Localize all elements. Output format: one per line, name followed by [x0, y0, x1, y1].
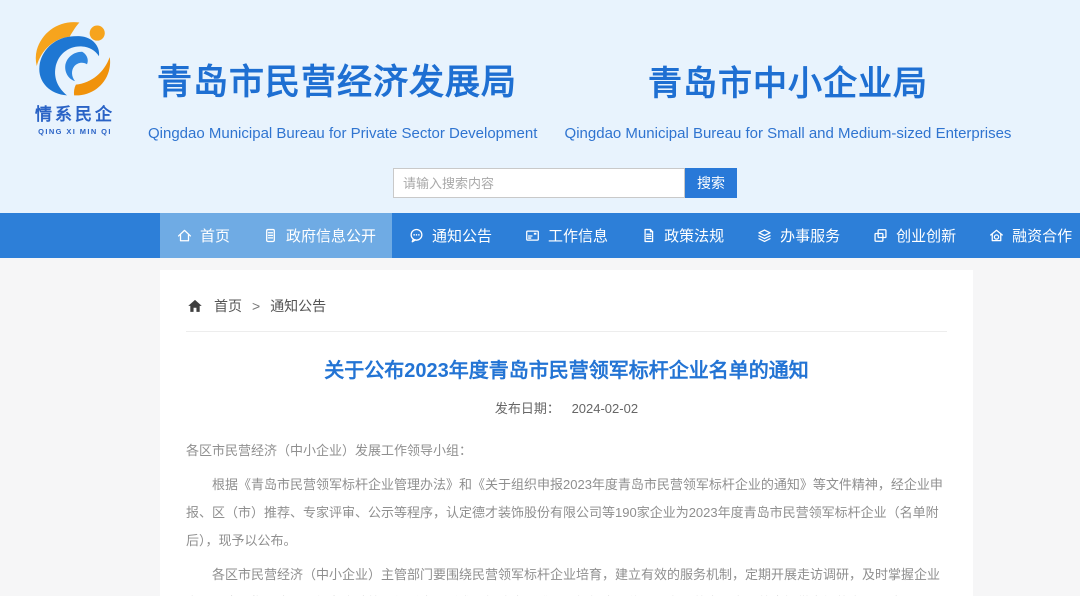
nav-item-policy[interactable]: 政策法规: [624, 213, 740, 258]
article-body: 各区市民营经济（中小企业）发展工作领导小组： 根据《青岛市民营领军标杆企业管理办…: [186, 437, 947, 596]
nav-item-gov-info[interactable]: 政府信息公开: [246, 213, 392, 258]
article-dateline: 发布日期： 2024-02-02: [186, 398, 947, 417]
breadcrumb: 首页 > 通知公告: [186, 270, 947, 332]
article-paragraph: 根据《青岛市民营领军标杆企业管理办法》和《关于组织申报2023年度青岛市民营领军…: [186, 471, 947, 555]
org-right-title: 青岛市中小企业局: [552, 56, 1024, 105]
nav-label: 通知公告: [432, 225, 492, 246]
breadcrumb-home-icon: [186, 297, 204, 315]
nav-label: 工作信息: [548, 225, 608, 246]
site-logo: 情系民企 QING XI MIN QI: [14, 18, 136, 136]
search-input[interactable]: [393, 168, 685, 198]
logo-text: 情系民企: [14, 100, 136, 125]
org-left-title: 青岛市民营经济发展局: [148, 54, 526, 105]
main-nav: 首页 政府信息公开 通知公告 工作: [0, 213, 1080, 258]
policy-icon: [640, 227, 657, 244]
financing-icon: [988, 227, 1005, 244]
nav-item-work-info[interactable]: 工作信息: [508, 213, 624, 258]
nav-label: 政策法规: [664, 225, 724, 246]
nav-item-services[interactable]: 办事服务: [740, 213, 856, 258]
breadcrumb-separator: >: [252, 298, 260, 314]
breadcrumb-home-link[interactable]: 首页: [214, 296, 242, 316]
publish-date: 2024-02-02: [572, 401, 639, 416]
org-left: 青岛市民营经济发展局 Qingdao Municipal Bureau for …: [148, 54, 526, 142]
breadcrumb-current[interactable]: 通知公告: [270, 296, 326, 316]
notice-icon: [408, 227, 425, 244]
brand-logo-icon: [29, 18, 121, 98]
nav-label: 创业创新: [896, 225, 956, 246]
article-title: 关于公布2023年度青岛市民营领军标杆企业名单的通知: [186, 354, 947, 383]
content-card: 首页 > 通知公告 关于公布2023年度青岛市民营领军标杆企业名单的通知 发布日…: [160, 270, 973, 596]
article-paragraph: 各区市民营经济（中小企业）主管部门要围绕民营领军标杆企业培育，建立有效的服务机制…: [186, 561, 947, 596]
nav-item-notices[interactable]: 通知公告: [392, 213, 508, 258]
date-label: 发布日期：: [495, 401, 560, 416]
article-salutation: 各区市民营经济（中小企业）发展工作领导小组：: [186, 437, 947, 465]
nav-label: 首页: [200, 225, 230, 246]
nav-label: 政府信息公开: [286, 225, 376, 246]
search-bar: 搜索: [393, 168, 737, 198]
services-icon: [756, 227, 773, 244]
nav-item-innovation[interactable]: 创业创新: [856, 213, 972, 258]
logo-subtext: QING XI MIN QI: [14, 127, 136, 136]
nav-label: 融资合作: [1012, 225, 1072, 246]
home-icon: [176, 227, 193, 244]
nav-item-financing[interactable]: 融资合作: [972, 213, 1080, 258]
nav-label: 办事服务: [780, 225, 840, 246]
org-right-title-en: Qingdao Municipal Bureau for Small and M…: [552, 125, 1024, 142]
gov-info-icon: [262, 227, 279, 244]
org-right: 青岛市中小企业局 Qingdao Municipal Bureau for Sm…: [552, 56, 1024, 142]
org-left-title-en: Qingdao Municipal Bureau for Private Sec…: [148, 125, 526, 142]
innovation-icon: [872, 227, 889, 244]
nav-item-home[interactable]: 首页: [160, 213, 246, 258]
search-button[interactable]: 搜索: [685, 168, 737, 198]
site-header: 情系民企 QING XI MIN QI 青岛市民营经济发展局 Qingdao M…: [0, 0, 1080, 213]
work-info-icon: [524, 227, 541, 244]
